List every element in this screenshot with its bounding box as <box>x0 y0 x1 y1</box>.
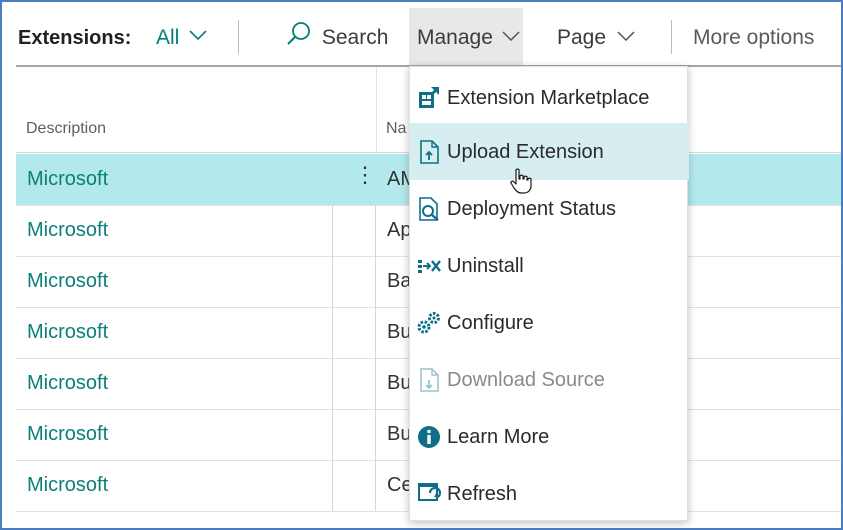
menu-item-label: Upload Extension <box>447 141 604 163</box>
chevron-down-icon <box>189 30 207 41</box>
publisher-cell[interactable]: Microsoft <box>27 423 108 446</box>
cell-divider <box>332 205 333 256</box>
name-cell[interactable]: Bu <box>387 423 411 446</box>
column-divider <box>376 68 377 152</box>
toolbar-divider <box>238 20 239 54</box>
cell-divider <box>332 307 333 358</box>
deployment-status-icon <box>419 197 439 221</box>
menu-item-extension-marketplace[interactable]: Extension Marketplace <box>410 69 689 126</box>
publisher-cell[interactable]: Microsoft <box>27 321 108 344</box>
menu-item-learn-more[interactable]: Learn More <box>410 408 689 465</box>
page-title: Extensions: <box>18 27 132 49</box>
column-header-description[interactable]: Description <box>26 120 106 138</box>
upload-icon <box>420 140 439 164</box>
manage-label: Manage <box>417 26 493 49</box>
cell-divider <box>375 307 376 358</box>
menu-item-label: Configure <box>447 312 534 334</box>
cell-divider <box>375 358 376 409</box>
name-cell[interactable]: Ba <box>387 270 411 293</box>
publisher-cell[interactable]: Microsoft <box>27 372 108 395</box>
publisher-cell[interactable]: Microsoft <box>27 270 108 293</box>
cell-divider <box>332 358 333 409</box>
info-icon <box>418 426 440 448</box>
cell-divider <box>375 256 376 307</box>
page-button[interactable]: Page <box>557 26 635 50</box>
view-filter-dropdown[interactable]: All <box>156 26 207 50</box>
cell-divider <box>375 205 376 256</box>
action-bar: Extensions: All Search Manage Page More … <box>2 2 841 68</box>
menu-item-label: Deployment Status <box>447 198 616 220</box>
menu-item-download-source[interactable]: Download Source <box>410 351 689 408</box>
cell-divider <box>332 409 333 460</box>
publisher-cell[interactable]: Microsoft <box>27 474 108 497</box>
menu-item-label: Download Source <box>447 369 605 391</box>
toolbar-divider <box>671 20 672 54</box>
cell-divider <box>332 460 333 511</box>
menu-item-label: Uninstall <box>447 255 524 277</box>
search-icon <box>287 22 310 46</box>
configure-icon <box>417 312 440 334</box>
more-options-button[interactable]: More options <box>693 26 814 50</box>
uninstall-icon <box>418 260 441 273</box>
refresh-icon <box>418 483 441 501</box>
hand-pointer-icon <box>510 168 532 194</box>
search-label: Search <box>321 26 389 49</box>
menu-item-uninstall[interactable]: Uninstall <box>410 237 689 294</box>
download-source-icon <box>420 368 439 392</box>
chevron-down-icon <box>617 31 635 42</box>
manage-button[interactable]: Manage <box>417 26 520 50</box>
menu-item-refresh[interactable]: Refresh <box>410 465 689 522</box>
menu-item-configure[interactable]: Configure <box>410 294 689 351</box>
search-button[interactable]: Search <box>286 22 389 50</box>
name-cell[interactable]: Bu <box>387 372 411 395</box>
menu-item-upload-extension[interactable]: Upload Extension <box>410 123 689 180</box>
chevron-down-icon <box>502 31 520 42</box>
cell-divider <box>375 409 376 460</box>
menu-item-label: Learn More <box>447 426 550 448</box>
cell-divider <box>332 256 333 307</box>
menu-item-label: Refresh <box>447 483 518 505</box>
publisher-cell[interactable]: Microsoft <box>27 219 108 242</box>
marketplace-icon <box>419 87 439 108</box>
manage-dropdown-menu: Extension Marketplace Upload Extension D… <box>409 66 689 522</box>
menu-item-label: Extension Marketplace <box>447 87 650 109</box>
name-cell[interactable]: Bu <box>387 321 411 344</box>
menu-item-deployment-status[interactable]: Deployment Status <box>410 180 689 237</box>
column-header-name[interactable]: Na <box>386 120 406 138</box>
publisher-cell[interactable]: Microsoft <box>27 168 108 191</box>
cell-divider <box>375 460 376 511</box>
row-actions-icon[interactable]: ⋮ <box>354 164 376 186</box>
view-filter-label: All <box>156 26 180 49</box>
page-label: Page <box>557 26 607 49</box>
name-cell[interactable]: Ap <box>387 219 411 242</box>
app-window: Extensions: All Search Manage Page More … <box>0 0 843 530</box>
